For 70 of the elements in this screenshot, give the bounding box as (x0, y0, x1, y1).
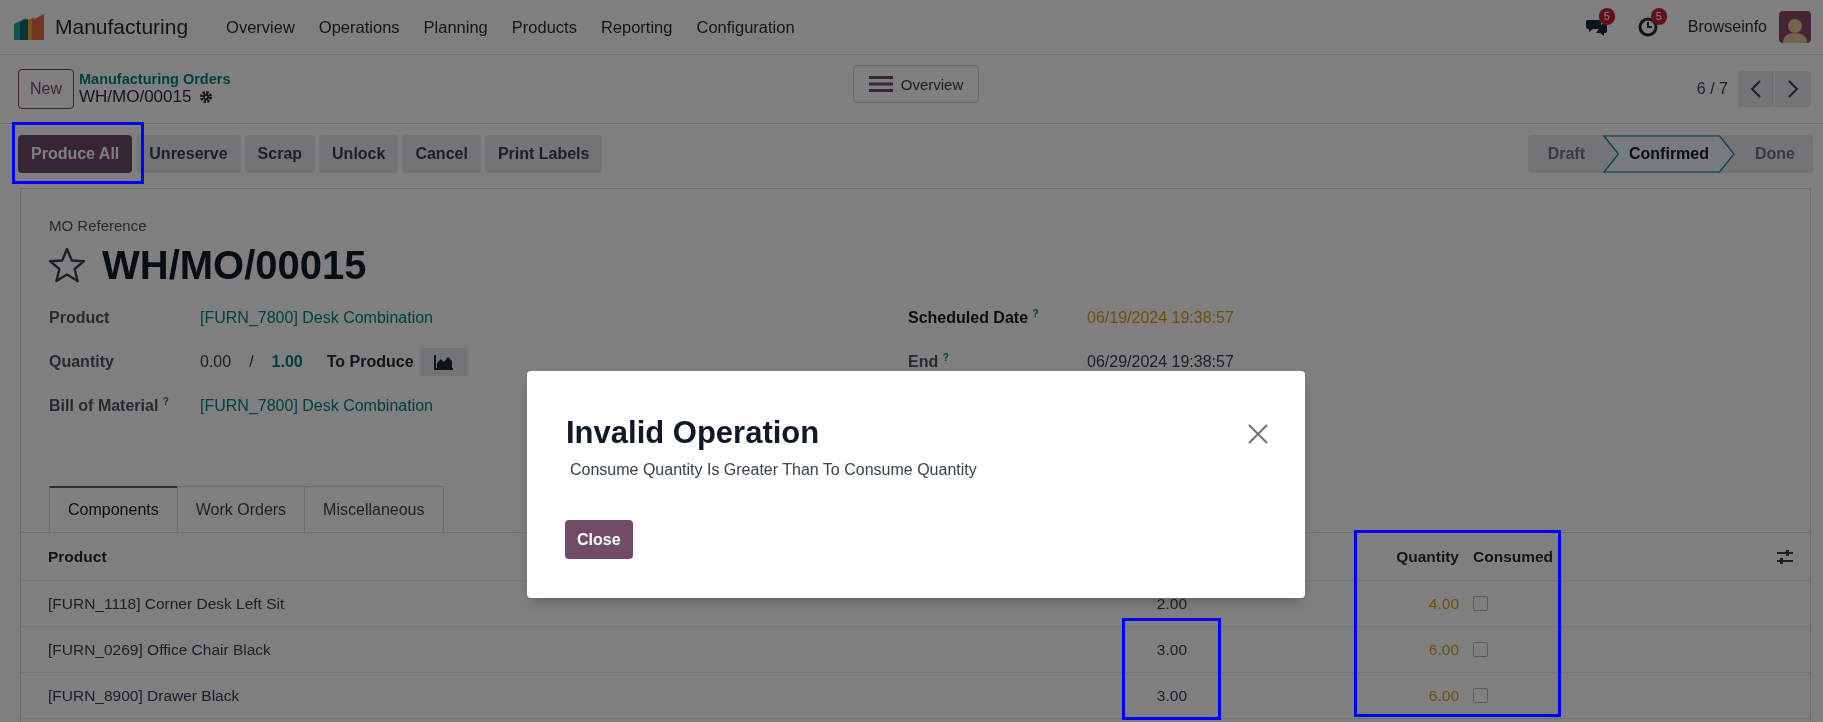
settings-icon[interactable] (1776, 548, 1794, 565)
column-header[interactable]: Consumed (1463, 547, 1571, 566)
action-button[interactable]: Unreserve (136, 135, 241, 173)
field-label: MO Reference (49, 217, 148, 234)
status-stage[interactable]: Draft (1527, 135, 1603, 173)
action-button[interactable]: Unlock (319, 135, 399, 173)
close-button[interactable]: Close (565, 520, 633, 559)
date-value[interactable]: 06/29/2024 19:38:57 (1087, 353, 1234, 371)
checkbox[interactable] (1473, 596, 1488, 611)
tab[interactable]: Components (49, 486, 178, 532)
gear-icon[interactable] (199, 90, 214, 104)
star-icon[interactable] (48, 247, 86, 283)
table-cell-text: [FURN_1118] Corner Desk Left Sit (47, 594, 286, 613)
table-cell-text: [FURN_0269] Office Chair Black (47, 640, 272, 659)
notification-badge: 5 (1650, 8, 1667, 25)
action-button[interactable]: Produce All (18, 135, 133, 173)
chevron-left-icon (1750, 80, 1762, 98)
menu-item[interactable]: Configuration (684, 17, 807, 37)
record-name: WH/MO/00015 (79, 87, 192, 107)
table-cell-text: 4.00 (1427, 594, 1460, 613)
area-chart-icon (433, 354, 454, 370)
chevron-right-icon (1787, 80, 1799, 98)
menu-item[interactable]: Operations (306, 17, 412, 37)
tab[interactable]: Miscellaneous (304, 486, 444, 532)
menu-item[interactable]: Planning (411, 17, 500, 37)
chart-button[interactable] (419, 348, 468, 376)
action-button[interactable]: Scrap (244, 135, 316, 173)
field-label: End $^{?}$ (908, 352, 950, 372)
dialog-message: Consume Quantity Is Greater Than To Consume Quantity (570, 461, 977, 479)
checkbox[interactable] (1473, 642, 1488, 657)
quantity-value[interactable]: 0.00 (200, 353, 232, 371)
user-name[interactable]: Browseinfo (1687, 18, 1767, 36)
action-button[interactable]: Print Labels (484, 135, 603, 173)
field-link[interactable]: [FURN_7800] Desk Combination (200, 309, 433, 327)
dialog-title: Invalid Operation (566, 415, 820, 451)
new-button[interactable]: New (18, 69, 74, 109)
status-stage[interactable]: Confirmed (1603, 135, 1735, 173)
clock-icon[interactable] (1637, 17, 1658, 37)
separator-text: / (249, 353, 254, 371)
pager-counter: 6 / 7 (1696, 80, 1728, 98)
menu-item[interactable]: Overview (214, 17, 307, 37)
table-cell-text: [FURN_8900] Drawer Black (47, 686, 241, 705)
app-logo-icon[interactable] (14, 14, 46, 40)
menu-item[interactable]: Products (499, 17, 589, 37)
field-label: Product (49, 309, 111, 327)
table-cell-text: 6.00 (1427, 640, 1460, 659)
action-button[interactable]: Cancel (402, 135, 481, 173)
field-link[interactable]: [FURN_7800] Desk Combination (200, 397, 433, 415)
field-label: Quantity (49, 353, 115, 371)
avatar-icon[interactable] (1779, 11, 1811, 43)
close-icon[interactable] (1247, 423, 1269, 445)
field-label: To Produce (326, 353, 414, 371)
previous-button[interactable] (1738, 71, 1774, 107)
field-label: Bill of Material $^{?}$ (49, 396, 170, 416)
record-title: WH/MO/00015 (102, 242, 367, 288)
status-stage[interactable]: Done (1735, 135, 1813, 173)
next-button[interactable] (1775, 71, 1811, 107)
menu-icon (868, 75, 893, 93)
menu-item[interactable]: Reporting (588, 17, 685, 37)
quantity-value[interactable]: 1.00 (271, 353, 303, 371)
table-cell-text: 6.00 (1427, 686, 1460, 705)
table-cell-text: 3.00 (1155, 686, 1188, 705)
overview-button[interactable]: Overview (853, 65, 979, 103)
breadcrumb-link[interactable]: Manufacturing Orders (79, 71, 231, 87)
checkbox[interactable] (1473, 688, 1488, 703)
table-cell-text: 2.00 (1155, 594, 1188, 613)
table-cell-text: 3.00 (1155, 640, 1188, 659)
field-label: Scheduled Date $^{?}$ (908, 308, 1040, 328)
notification-badge: 5 (1598, 8, 1615, 25)
app-name[interactable]: Manufacturing (55, 15, 189, 39)
